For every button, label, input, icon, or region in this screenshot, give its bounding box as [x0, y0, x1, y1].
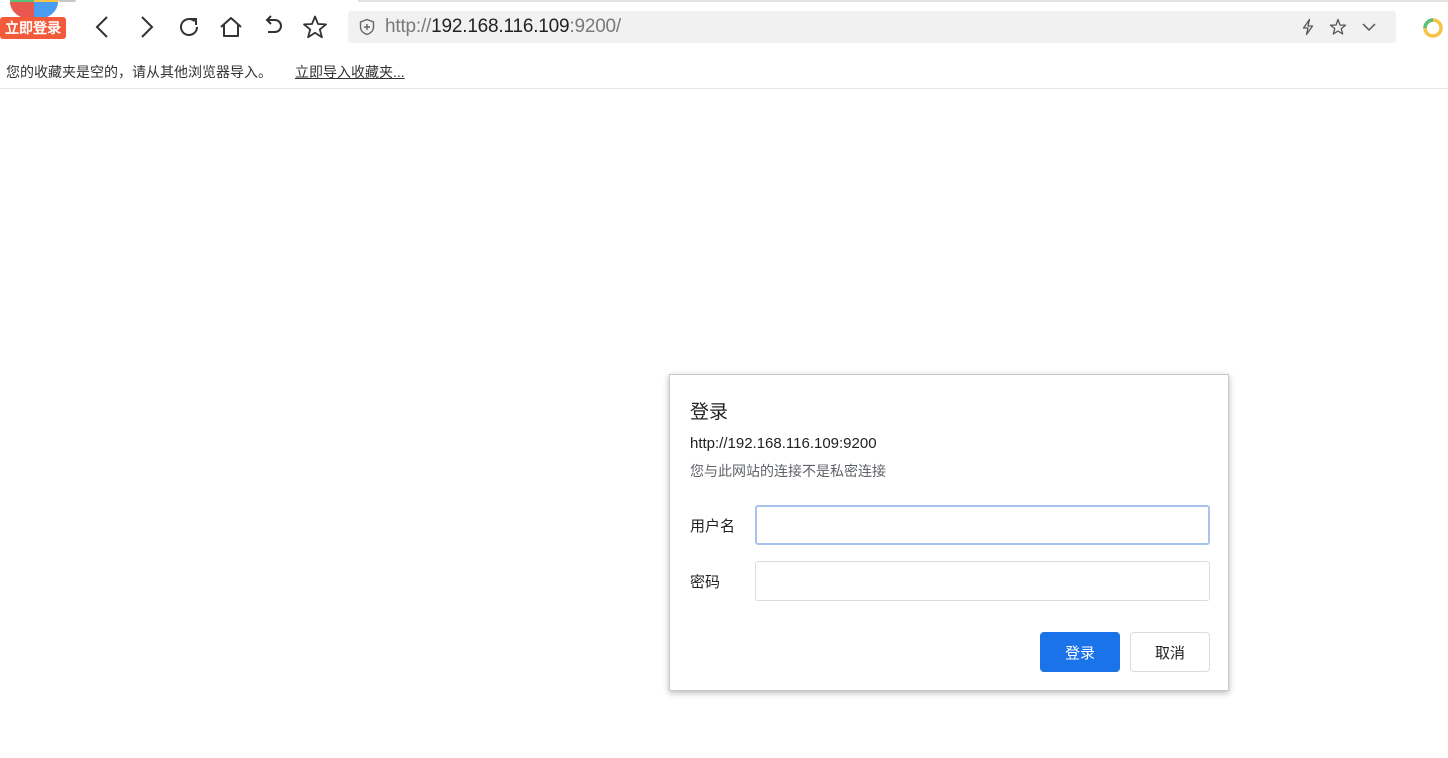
back-button[interactable]: [88, 12, 118, 42]
empty-bookmarks-message: 您的收藏夹是空的，请从其他浏览器导入。: [6, 64, 272, 80]
login-button[interactable]: 登录: [1040, 632, 1120, 672]
login-dialog: 登录 http://192.168.116.109:9200 您与此网站的连接不…: [669, 374, 1229, 691]
back-icon: [95, 16, 108, 38]
password-field[interactable]: [755, 561, 1210, 601]
dialog-title: 登录: [690, 402, 729, 423]
browser-toolbar: 立即登录 http://192.168.116.109:9200/: [0, 0, 1448, 54]
connection-warning: 您与此网站的连接不是私密连接: [690, 463, 886, 479]
forward-button[interactable]: [131, 12, 161, 42]
undo-close-tab-button[interactable]: [258, 12, 288, 42]
dialog-origin: http://192.168.116.109:9200: [690, 435, 877, 452]
cancel-button[interactable]: 取消: [1130, 632, 1210, 672]
username-label: 用户名: [690, 518, 736, 535]
reload-button[interactable]: [174, 12, 204, 42]
url-text[interactable]: http://192.168.116.109:9200/: [385, 16, 621, 38]
undo-icon: [265, 15, 282, 33]
shield-icon[interactable]: [358, 18, 376, 36]
extension-icon[interactable]: [1418, 12, 1448, 42]
chevron-down-icon[interactable]: [1360, 18, 1378, 36]
login-badge[interactable]: 立即登录: [0, 17, 66, 39]
home-icon: [220, 17, 242, 37]
bookmark-button[interactable]: [300, 12, 330, 42]
url-scheme: http://: [385, 16, 432, 37]
password-label: 密码: [690, 574, 721, 591]
logo-tab-edge: [58, 0, 76, 2]
tab-strip-edge: [358, 0, 1448, 2]
star-icon[interactable]: [1329, 18, 1347, 36]
bookmarks-bar: 您的收藏夹是空的，请从其他浏览器导入。 立即导入收藏夹...: [0, 54, 1448, 89]
address-bar[interactable]: http://192.168.116.109:9200/: [348, 11, 1396, 43]
url-port-path: :9200/: [569, 16, 622, 37]
home-button[interactable]: [216, 12, 246, 42]
browser-logo[interactable]: 立即登录: [0, 0, 76, 42]
url-host: 192.168.116.109: [431, 16, 570, 37]
star-icon: [303, 15, 327, 39]
reload-icon: [180, 18, 198, 36]
username-field[interactable]: [755, 505, 1210, 545]
lightning-icon[interactable]: [1299, 18, 1317, 36]
import-bookmarks-link[interactable]: 立即导入收藏夹...: [295, 62, 405, 82]
forward-icon: [141, 16, 154, 38]
